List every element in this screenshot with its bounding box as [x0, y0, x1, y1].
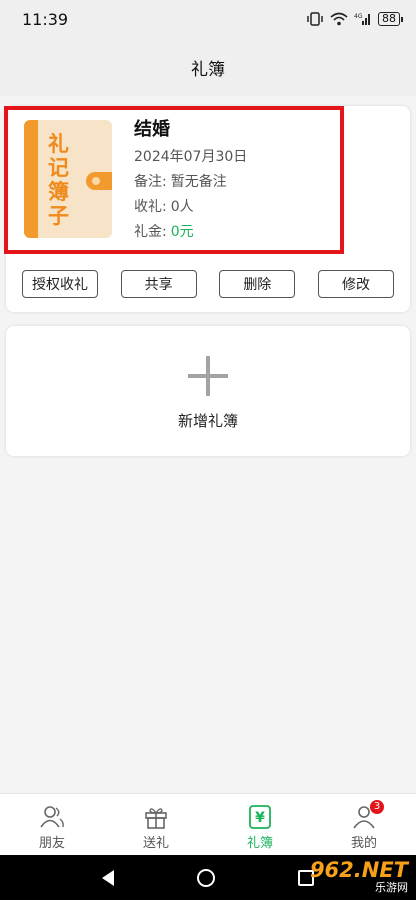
ledger-yen-icon: ¥ — [249, 805, 271, 829]
gift-book-card[interactable]: 礼记簿子 结婚 2024年07月30日 备注: 暂无备注 收礼: 0人 礼金: 0元 … — [4, 106, 410, 312]
vibrate-icon — [307, 12, 323, 26]
tab-label-profile: 我的 — [350, 836, 377, 851]
delete-button[interactable]: 删除 — [219, 270, 296, 298]
status-icons: 4G 88 — [306, 12, 403, 26]
highlight-box — [4, 106, 344, 254]
tab-ledger[interactable]: ¥ 礼簿 — [208, 794, 312, 855]
tab-profile[interactable]: 3 我的 — [312, 794, 416, 855]
tab-label-friends: 朋友 — [38, 836, 65, 851]
edit-button[interactable]: 修改 — [317, 270, 394, 298]
watermark-main: 962.NET — [309, 858, 408, 882]
share-button[interactable]: 共享 — [120, 270, 197, 298]
page-header: 礼簿 — [0, 38, 416, 96]
home-icon[interactable] — [196, 868, 215, 887]
notification-badge: 3 — [370, 800, 384, 814]
plus-icon — [188, 356, 228, 396]
signal-4g-icon: 4G — [354, 13, 370, 25]
back-icon[interactable] — [101, 869, 114, 886]
status-bar: 11:39 4G 88 — [0, 0, 416, 38]
book-actions: 授权收礼 共享 删除 修改 — [22, 270, 394, 298]
page-title: 礼簿 — [191, 59, 225, 80]
battery-icon: 88 — [378, 12, 403, 26]
add-book-card[interactable]: 新增礼簿 — [6, 326, 410, 456]
tab-friends[interactable]: 朋友 — [0, 794, 104, 855]
friends-icon — [40, 806, 64, 828]
watermark-sub: 乐游网 — [375, 881, 408, 894]
tab-label-gift: 送礼 — [142, 836, 169, 851]
tab-label-ledger: 礼簿 — [246, 836, 273, 851]
wifi-icon — [330, 12, 348, 26]
gift-icon — [145, 808, 167, 829]
authorize-receive-button[interactable]: 授权收礼 — [22, 270, 98, 298]
status-time: 11:39 — [22, 9, 69, 29]
bottom-tab-bar: 朋友 送礼 ¥ 礼簿 3 我的 — [0, 793, 416, 855]
svg-text:4G: 4G — [354, 13, 363, 20]
svg-text:¥: ¥ — [255, 810, 265, 826]
add-book-label: 新增礼簿 — [177, 412, 238, 430]
watermark: 962.NET 乐游网 — [310, 856, 408, 898]
tab-gift[interactable]: 送礼 — [104, 794, 208, 855]
